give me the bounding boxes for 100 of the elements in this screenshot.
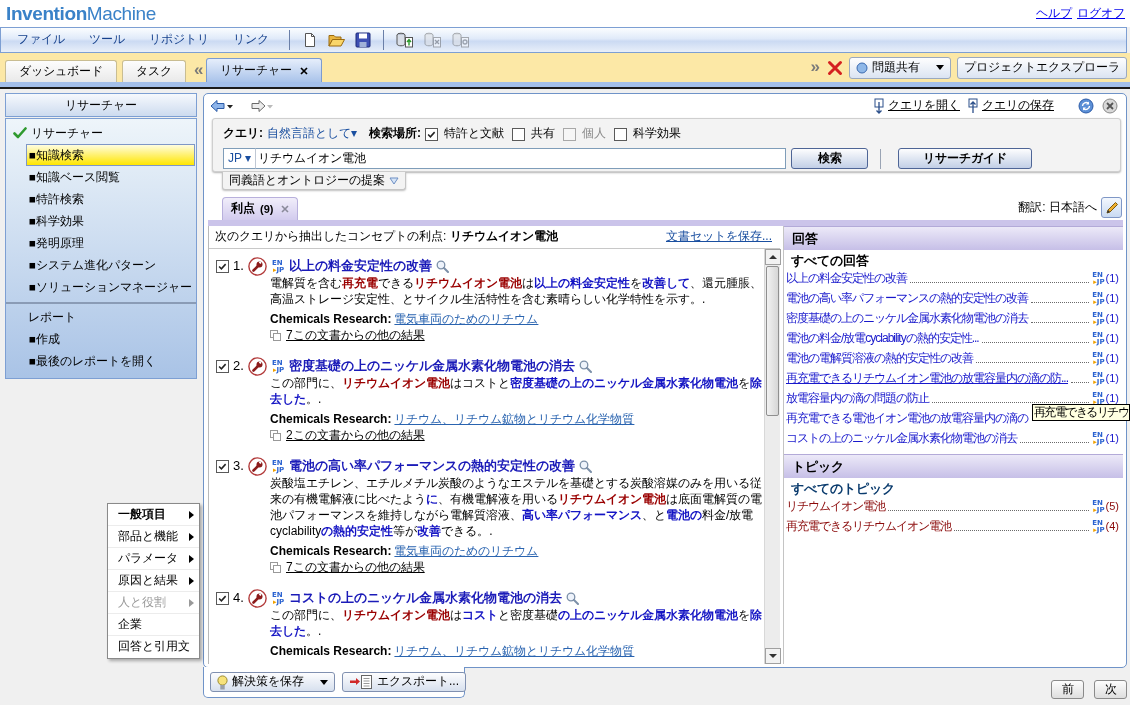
result-title[interactable]: コストの上のニッケル金属水素化物電池の消去: [289, 590, 563, 607]
header-link[interactable]: ヘルプ: [1036, 6, 1072, 22]
close-icon[interactable]: [1102, 98, 1118, 114]
sidebar-item[interactable]: ■知識検索: [26, 144, 195, 166]
forward-arrow-icon[interactable]: [250, 99, 274, 113]
result-title[interactable]: 電池の高い率パフォーマンスの熱的安定性の改善: [289, 458, 576, 475]
folder-icon[interactable]: [328, 32, 345, 48]
context-menu-item[interactable]: パラメータ: [108, 548, 199, 570]
answer-count: (1): [1105, 350, 1119, 366]
context-menu-item[interactable]: 一般項目: [108, 504, 199, 526]
query-link[interactable]: クエリを開く: [874, 98, 960, 114]
topic-link[interactable]: リチウムイオン電池: [786, 498, 885, 514]
header-link[interactable]: ログオフ: [1077, 6, 1125, 22]
sidebar-item[interactable]: ■ソリューションマネージャー: [26, 276, 195, 298]
search-button[interactable]: 検索: [791, 148, 869, 169]
scroll-up-button[interactable]: [765, 249, 781, 265]
context-menu-item[interactable]: 企業: [108, 614, 199, 636]
more-results-link[interactable]: 7この文書からの他の結果: [286, 327, 425, 344]
result-checkbox[interactable]: [216, 360, 229, 373]
query-mode-dropdown[interactable]: 自然言語として▾: [267, 126, 357, 142]
all-topics-label: すべてのトピック: [790, 480, 896, 496]
result-checkbox[interactable]: [216, 592, 229, 605]
sidebar-item[interactable]: ■特許検索: [26, 188, 195, 210]
sidebar-group-label[interactable]: レポート: [28, 309, 76, 325]
answer-count: (1): [1105, 330, 1119, 346]
answer-link[interactable]: 再充電できる電池イオン電池の放電容量内の滴の: [786, 410, 1028, 426]
result-title[interactable]: 以上の料金安定性の改善: [289, 258, 433, 275]
menu-item[interactable]: リポジトリ: [138, 32, 222, 48]
source-link[interactable]: 電気車両のためのリチウム: [394, 544, 539, 560]
dropdown-button[interactable]: 問題共有: [849, 56, 951, 79]
scope-checkbox[interactable]: [425, 127, 438, 141]
context-menu-item[interactable]: 原因と結果: [108, 570, 199, 592]
menu-item[interactable]: ツール: [78, 32, 138, 48]
context-menu-item[interactable]: 部品と機能: [108, 526, 199, 548]
sidebar-item[interactable]: ■発明原理: [26, 232, 195, 254]
answer-link[interactable]: コストの上のニッケル金属水素化物電池の消去: [786, 430, 1017, 446]
sidebar-item[interactable]: ■科学効果: [26, 210, 195, 232]
refresh-icon[interactable]: [1078, 98, 1094, 114]
new-document-icon[interactable]: [302, 32, 318, 48]
source-link[interactable]: 電気車両のためのリチウム: [394, 312, 539, 328]
cross-icon[interactable]: [827, 59, 843, 76]
previous-button[interactable]: 前: [1051, 680, 1084, 699]
back-arrow-icon[interactable]: [210, 99, 234, 113]
suggestions-tab[interactable]: 同義語とオントロジーの提案: [222, 172, 406, 190]
toolbar-button[interactable]: プロジェクトエクスプローラ: [957, 56, 1127, 79]
answer-link[interactable]: 放電容量内の滴の問題の防止: [786, 390, 929, 406]
sidebar-group-label[interactable]: リサーチャー: [31, 125, 103, 141]
database-icon[interactable]: [396, 32, 414, 48]
close-icon[interactable]: [300, 66, 309, 75]
scroll-down-button[interactable]: [765, 648, 781, 664]
result-checkbox[interactable]: [216, 460, 229, 473]
tab[interactable]: ダッシュボード: [5, 60, 117, 82]
tab-scroll-button[interactable]: »: [807, 56, 823, 77]
result-checkbox[interactable]: [216, 260, 229, 273]
save-button[interactable]: 解決策を保存: [210, 672, 335, 692]
topic-link[interactable]: 再充電できるリチウムイオン電池: [786, 518, 951, 534]
export-button[interactable]: エクスポート...: [342, 672, 466, 692]
answer-link[interactable]: 密度基礎の上のニッケル金属水素化物電池の消去: [786, 310, 1028, 326]
scope-label: 科学効果: [633, 126, 681, 142]
magnifier-icon[interactable]: [579, 460, 593, 473]
source-link[interactable]: リチウム、リチウム鉱物とリチウム化学物質: [394, 644, 635, 660]
tab[interactable]: タスク: [122, 60, 186, 82]
answer-link[interactable]: 再充電できるリチウムイオン電池の放電容量内の滴の防...: [786, 370, 1068, 386]
answer-link[interactable]: 電池の高い率パフォーマンスの熱的安定性の改善: [786, 290, 1028, 306]
sidebar-item[interactable]: ■システム進化パターン: [26, 254, 195, 276]
save-icon[interactable]: [355, 32, 371, 48]
query-link[interactable]: クエリの保存: [968, 98, 1054, 114]
sidebar-item[interactable]: ■作成: [26, 328, 195, 350]
translate-button[interactable]: [1101, 197, 1122, 218]
scope-checkbox[interactable]: [512, 127, 525, 141]
menu-item[interactable]: ファイル: [6, 32, 78, 48]
language-dropdown[interactable]: JP ▾: [223, 148, 257, 169]
magnifier-icon[interactable]: [579, 360, 593, 373]
tab[interactable]: リサーチャー: [206, 58, 323, 82]
magnifier-icon[interactable]: [566, 592, 580, 605]
menu-item[interactable]: リンク: [222, 32, 282, 48]
caret-icon: [936, 65, 944, 70]
context-menu-item[interactable]: 回答と引用文: [108, 636, 199, 658]
answer-link[interactable]: 以上の料金安定性の改善: [786, 270, 907, 286]
next-button[interactable]: 次: [1094, 680, 1127, 699]
results-tab[interactable]: 利点 (9): [222, 197, 299, 220]
source-label: Chemicals Research:: [270, 544, 392, 560]
scroll-thumb[interactable]: [766, 266, 779, 416]
sidebar-item[interactable]: ■最後のレポートを開く: [26, 350, 195, 372]
tab-scroll-button[interactable]: «: [191, 60, 207, 80]
answer-link[interactable]: 電池の電解質溶液の熱的安定性の改善: [786, 350, 973, 366]
result-title[interactable]: 密度基礎の上のニッケル金属水素化物電池の消去: [289, 358, 576, 375]
save-set-link[interactable]: 文書セットを保存...: [666, 229, 772, 245]
source-link[interactable]: リチウム、リチウム鉱物とリチウム化学物質: [394, 412, 635, 428]
more-results-link[interactable]: 7この文書からの他の結果: [286, 559, 425, 576]
pages-icon: [270, 430, 281, 441]
query-input[interactable]: リチウムイオン電池: [256, 148, 787, 169]
magnifier-icon[interactable]: [436, 260, 450, 273]
answer-link[interactable]: 電池の料金/放電cyclabilityの熱的安定性...: [786, 330, 979, 346]
results-summary: 次のクエリから抽出したコンセプトの利点: リチウムイオン電池: [215, 229, 558, 245]
guide-button[interactable]: リサーチガイド: [898, 148, 1033, 169]
more-results-link[interactable]: 2この文書からの他の結果: [286, 427, 425, 444]
scope-checkbox[interactable]: [614, 127, 627, 141]
tooltip: 再充電できるリチウ: [1031, 404, 1130, 421]
sidebar-item[interactable]: ■知識ベース閲覧: [26, 166, 195, 188]
